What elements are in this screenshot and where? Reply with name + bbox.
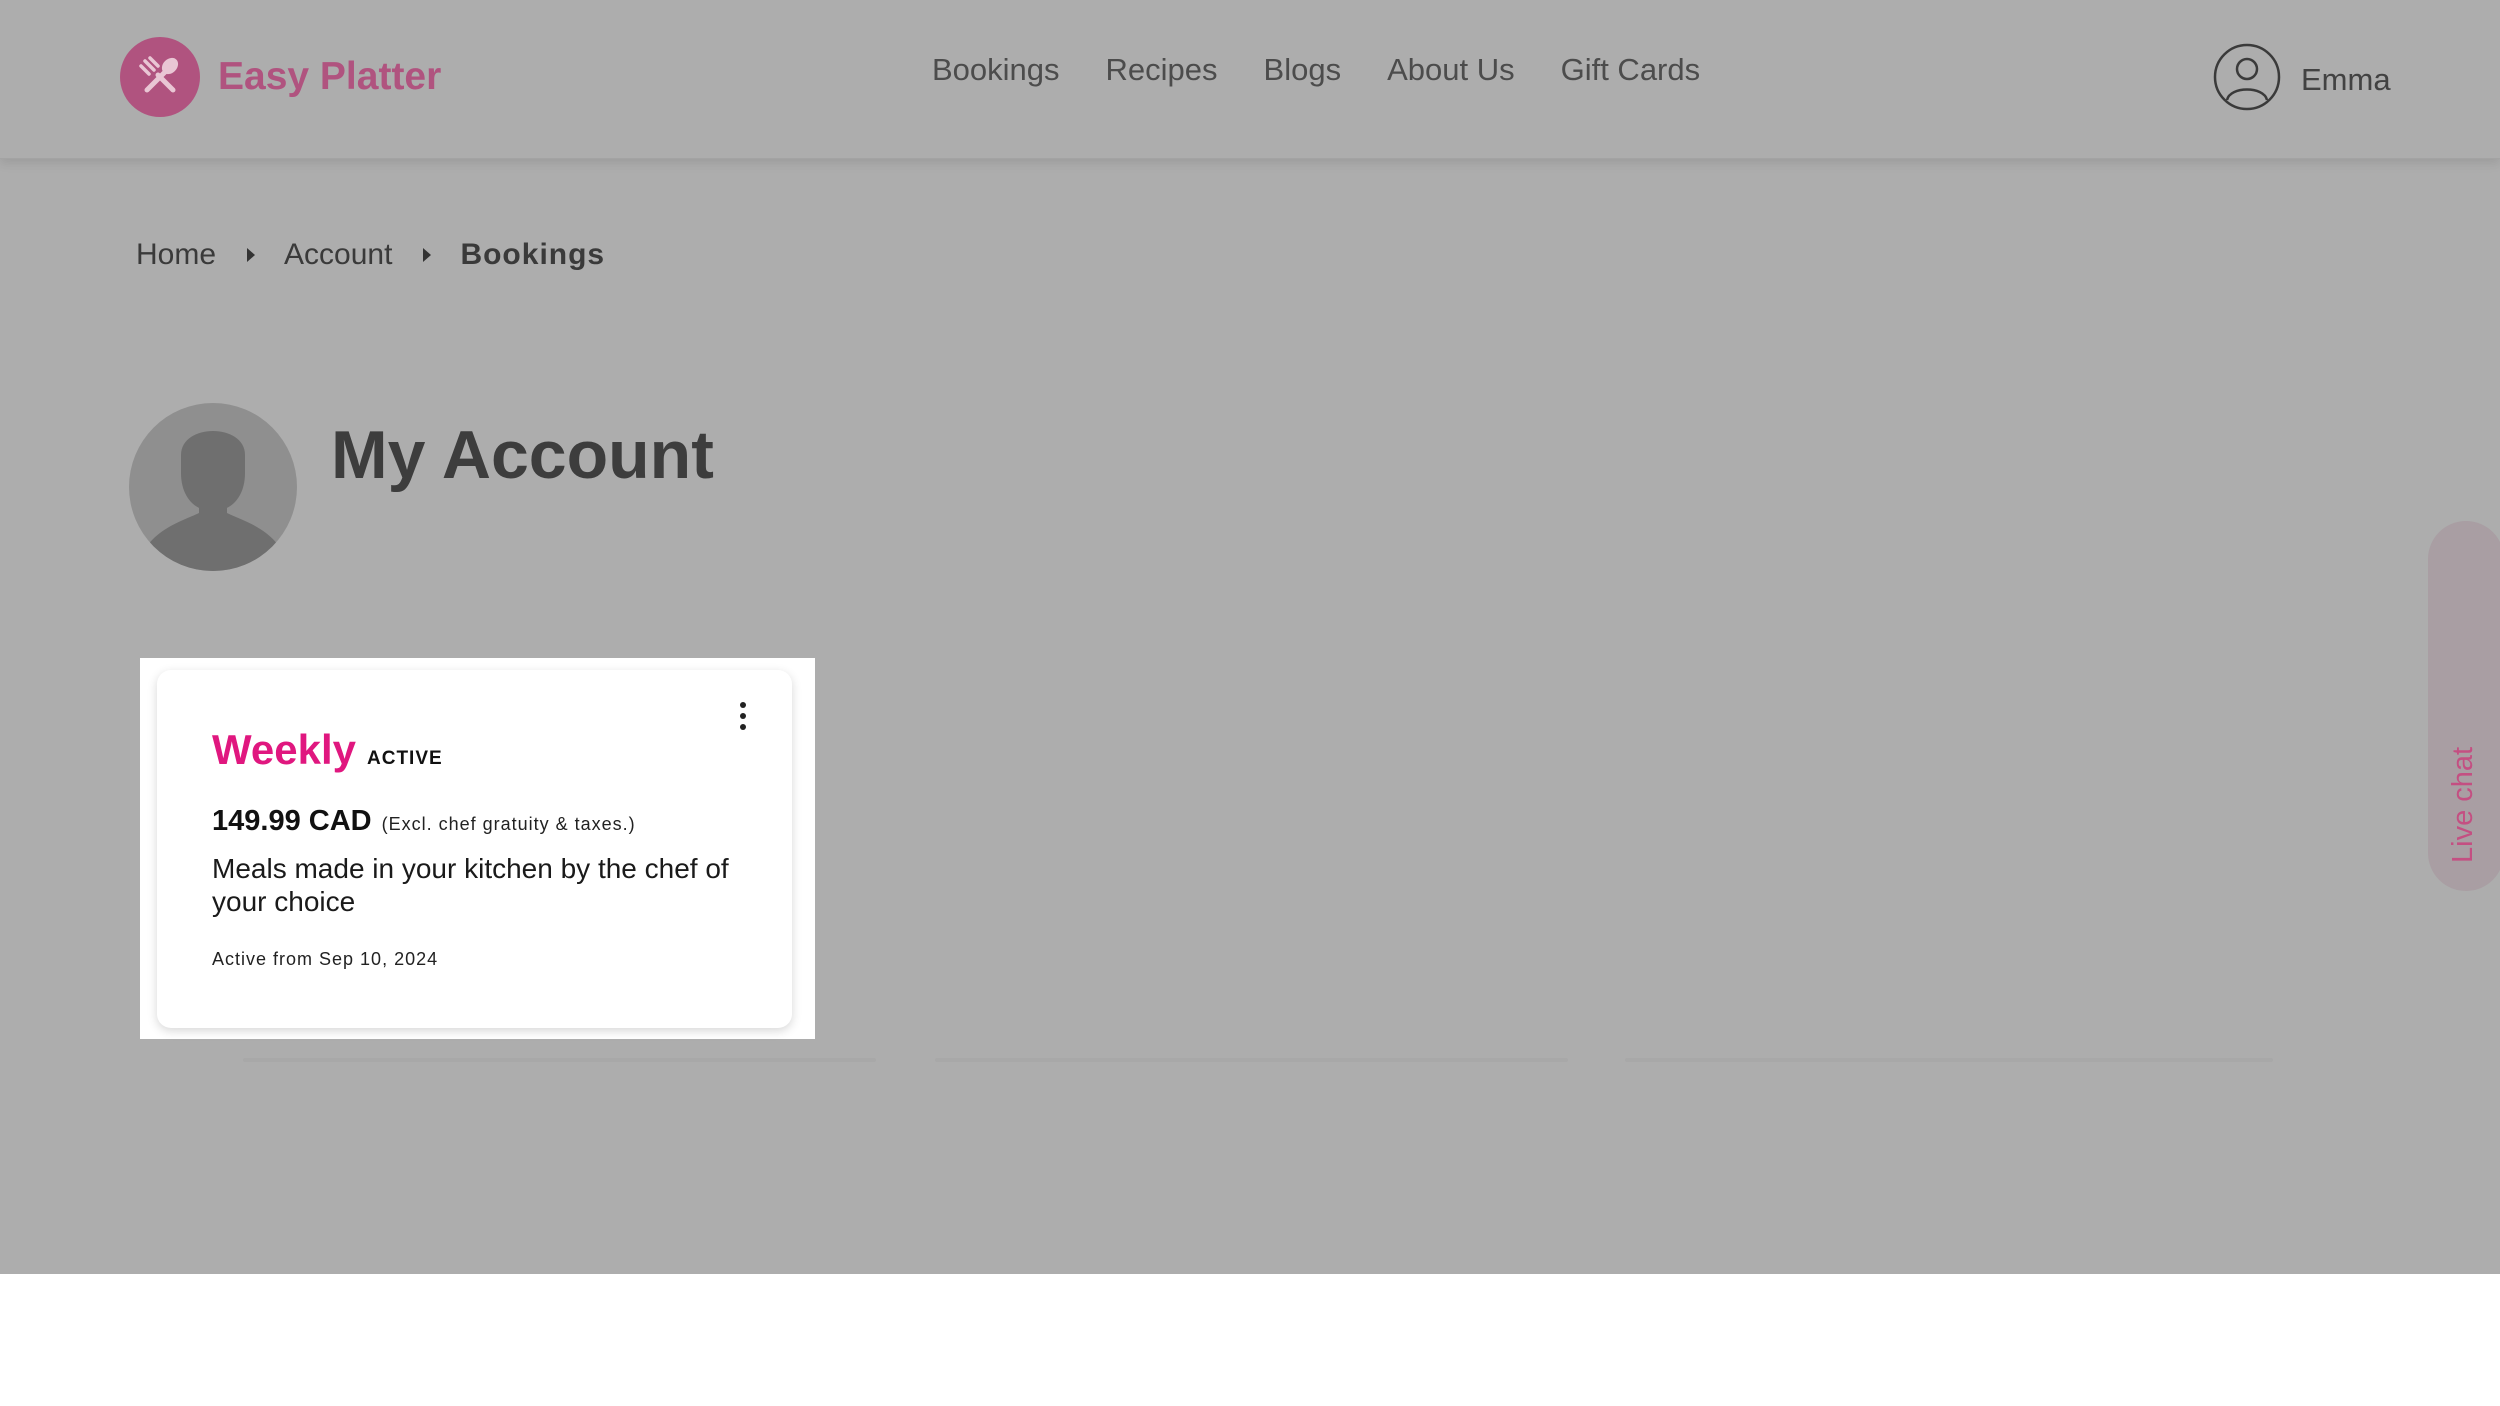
main-nav: Bookings Recipes Blogs About Us Gift Car…	[932, 52, 1700, 88]
live-chat-label: Live chat	[2447, 746, 2479, 863]
fork-spoon-icon	[120, 37, 200, 117]
placeholder-card-shadow	[1625, 1058, 2273, 1062]
breadcrumb-chevron-icon	[247, 248, 256, 262]
nav-gift-cards[interactable]: Gift Cards	[1561, 52, 1701, 88]
user-name: Emma	[2301, 61, 2391, 97]
nav-recipes[interactable]: Recipes	[1106, 52, 1218, 88]
plan-price: 149.99 CAD	[212, 805, 372, 837]
dimmed-page-overlay	[0, 0, 2500, 1274]
live-chat-button[interactable]: Live chat	[2428, 521, 2500, 891]
default-avatar-icon	[129, 403, 297, 571]
active-from-date: Active from Sep 10, 2024	[212, 949, 439, 969]
highlighted-booking-area: Weekly ACTIVE 149.99 CAD (Excl. chef gra…	[140, 658, 815, 1039]
breadcrumb: Home Account Bookings	[136, 238, 605, 272]
breadcrumb-home[interactable]: Home	[136, 238, 216, 272]
plan-header: Weekly ACTIVE	[212, 726, 443, 774]
brand-name: Easy Platter	[218, 55, 442, 98]
nav-about-us[interactable]: About Us	[1387, 52, 1515, 88]
plan-description: Meals made in your kitchen by the chef o…	[212, 853, 729, 917]
status-badge: ACTIVE	[367, 748, 443, 769]
nav-blogs[interactable]: Blogs	[1264, 52, 1342, 88]
user-circle-icon	[2212, 42, 2282, 117]
breadcrumb-bookings: Bookings	[460, 238, 606, 271]
kebab-menu-icon[interactable]	[731, 696, 755, 736]
breadcrumb-account[interactable]: Account	[284, 238, 392, 272]
user-menu[interactable]: Emma	[2212, 42, 2391, 117]
price-row: 149.99 CAD (Excl. chef gratuity & taxes.…	[212, 805, 636, 838]
nav-bookings[interactable]: Bookings	[932, 52, 1060, 88]
plan-name: Weekly	[212, 726, 356, 773]
price-note: (Excl. chef gratuity & taxes.)	[381, 814, 636, 834]
site-header: Easy Platter Bookings Recipes Blogs Abou…	[0, 0, 2500, 159]
placeholder-card-shadow	[243, 1058, 876, 1062]
breadcrumb-chevron-icon	[423, 248, 432, 262]
booking-card[interactable]: Weekly ACTIVE 149.99 CAD (Excl. chef gra…	[157, 670, 792, 1028]
brand-logo[interactable]: Easy Platter	[120, 37, 441, 117]
placeholder-card-shadow	[935, 1058, 1568, 1062]
page-title: My Account	[331, 417, 714, 493]
